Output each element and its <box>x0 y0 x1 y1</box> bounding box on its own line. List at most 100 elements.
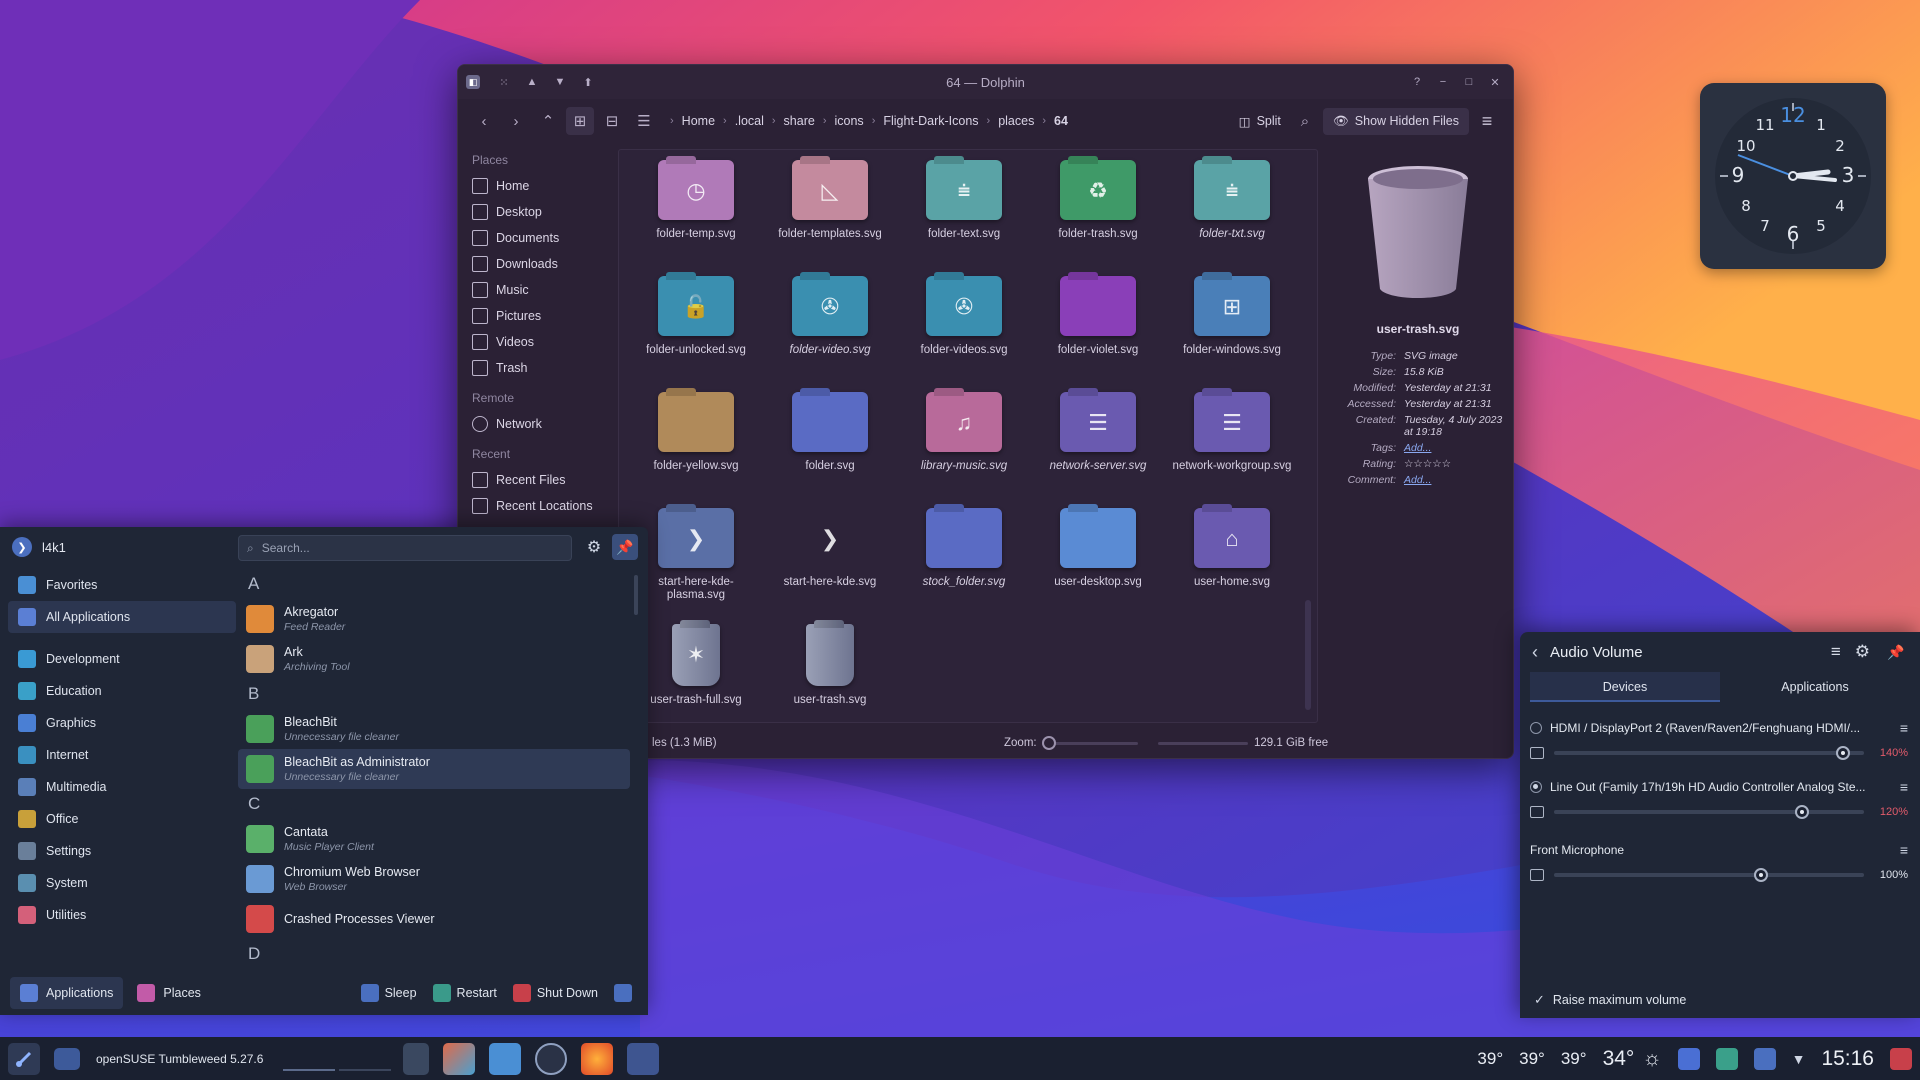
tab-places[interactable]: Places <box>127 977 211 1009</box>
category-settings[interactable]: Settings <box>8 835 236 867</box>
mute-toggle-icon[interactable] <box>1530 747 1544 759</box>
hamburger-menu-icon[interactable]: ≡ <box>1473 107 1501 135</box>
file-item[interactable]: ⩧ folder-txt.svg <box>1165 156 1299 266</box>
file-item[interactable]: ◷ folder-temp.svg <box>629 156 763 266</box>
file-item[interactable]: ◺ folder-templates.svg <box>763 156 897 266</box>
rating-stars[interactable]: ☆☆☆☆☆ <box>1404 458 1508 470</box>
dolphin-app-icon[interactable]: ◧ <box>466 75 480 89</box>
back-icon[interactable]: ‹ <box>1532 642 1538 663</box>
audio-volume-applet[interactable]: ‹ Audio Volume ≡ ⚙ 📌 Devices Application… <box>1520 632 1920 1018</box>
search-icon[interactable]: ⌕ <box>1291 107 1319 135</box>
category-internet[interactable]: Internet <box>8 739 236 771</box>
window-thumbnail[interactable] <box>403 1042 430 1075</box>
places-item-downloads[interactable]: Downloads <box>464 251 602 277</box>
file-item[interactable]: user-trash.svg <box>763 620 897 722</box>
volume-slider[interactable] <box>1554 746 1864 760</box>
dolphin-taskbar-icon[interactable] <box>627 1042 660 1075</box>
breadcrumb-item[interactable]: Flight-Dark-Icons <box>883 114 978 128</box>
icons-view-icon[interactable]: ⊞ <box>566 107 594 135</box>
desktop-2[interactable] <box>339 1047 392 1071</box>
device-menu-icon[interactable]: ≡ <box>1900 842 1908 858</box>
file-item[interactable]: ☰ network-workgroup.svg <box>1165 388 1299 498</box>
breadcrumb-item[interactable]: 64 <box>1054 114 1068 128</box>
raise-maximum-volume-checkbox[interactable]: ✓ Raise maximum volume <box>1534 992 1686 1008</box>
file-item[interactable]: ⊞ folder-windows.svg <box>1165 272 1299 382</box>
category-graphics[interactable]: Graphics <box>8 707 236 739</box>
weather-widget[interactable]: 34° ☼ <box>1603 1047 1662 1071</box>
default-device-radio[interactable] <box>1530 781 1542 793</box>
places-item-pictures[interactable]: Pictures <box>464 303 602 329</box>
desktop-1[interactable] <box>283 1047 336 1071</box>
file-item[interactable]: folder-violet.svg <box>1031 272 1165 382</box>
maximize-icon[interactable]: □ <box>1459 72 1479 92</box>
places-item-home[interactable]: Home <box>464 173 602 199</box>
comment-add-link[interactable]: Add... <box>1404 474 1508 486</box>
zoom-slider-handle[interactable] <box>1042 736 1056 750</box>
forward-icon[interactable]: › <box>502 107 530 135</box>
mute-toggle-icon[interactable] <box>1530 806 1544 818</box>
shutdown-button[interactable]: Shut Down <box>507 977 604 1009</box>
file-item[interactable]: ❯ start-here-kde-plasma.svg <box>629 504 763 614</box>
app-item-cantata[interactable]: Cantata Music Player Client <box>238 819 630 859</box>
mute-toggle-icon[interactable] <box>1530 869 1544 881</box>
file-item[interactable]: ⩧ folder-text.svg <box>897 156 1031 266</box>
minimize-icon[interactable]: − <box>1433 72 1453 92</box>
analog-clock-widget[interactable]: 12 1 2 3 4 5 6 7 8 9 10 11 <box>1700 83 1886 269</box>
photo-app-icon[interactable] <box>443 1042 476 1075</box>
compact-view-icon[interactable]: ⊟ <box>598 107 626 135</box>
file-item[interactable]: ♻ folder-trash.svg <box>1031 156 1165 266</box>
app-item-bleachbit-as-administrator[interactable]: BleachBit as Administrator Unnecessary fi… <box>238 749 630 789</box>
keep-above-icon[interactable]: ▲ <box>522 72 542 92</box>
zoom-slider[interactable] <box>1042 736 1138 750</box>
keep-below-icon[interactable]: ▼ <box>550 72 570 92</box>
file-item[interactable]: stock_folder.svg <box>897 504 1031 614</box>
task-opensuse[interactable]: openSUSE Tumbleweed 5.27.6 <box>54 1047 263 1070</box>
app-item-crashed-processes-viewer[interactable]: Crashed Processes Viewer <box>238 899 630 939</box>
category-utilities[interactable]: Utilities <box>8 899 236 931</box>
breadcrumb-item[interactable]: icons <box>835 114 864 128</box>
firefox-icon[interactable] <box>581 1042 614 1075</box>
file-item[interactable]: ✇ folder-videos.svg <box>897 272 1031 382</box>
launcher-search-input[interactable] <box>261 541 542 555</box>
details-view-icon[interactable]: ☰ <box>630 107 658 135</box>
file-item[interactable]: ☰ network-server.svg <box>1031 388 1165 498</box>
app-item-chromium-web-browser[interactable]: Chromium Web Browser Web Browser <box>238 859 630 899</box>
category-office[interactable]: Office <box>8 803 236 835</box>
file-view-scrollbar[interactable] <box>1305 600 1311 710</box>
tab-applications[interactable]: Applications <box>10 977 124 1009</box>
volume-slider[interactable] <box>1554 805 1864 819</box>
category-development[interactable]: Development <box>8 643 236 675</box>
pin-window-icon[interactable]: ⁙ <box>494 72 514 92</box>
steering-wheel-icon[interactable] <box>535 1042 568 1075</box>
clipboard-icon[interactable] <box>1715 1047 1738 1070</box>
file-view[interactable]: ◷ folder-temp.svg ◺ folder-templates.svg ⩧ fo… <box>618 149 1318 723</box>
places-item-music[interactable]: Music <box>464 277 602 303</box>
places-item-desktop[interactable]: Desktop <box>464 199 602 225</box>
tab-applications[interactable]: Applications <box>1720 672 1910 702</box>
sleep-button[interactable]: Sleep <box>355 977 423 1009</box>
tab-devices[interactable]: Devices <box>1530 672 1720 702</box>
file-item[interactable]: 🔓 folder-unlocked.svg <box>629 272 763 382</box>
category-favorites[interactable]: Favorites <box>8 569 236 601</box>
digital-clock[interactable]: 15:16 <box>1821 1047 1874 1071</box>
split-button[interactable]: ◫ Split <box>1233 114 1287 129</box>
places-item-recent-locations[interactable]: Recent Locations <box>464 493 602 519</box>
gear-icon[interactable]: ⚙ <box>1855 642 1870 662</box>
close-icon[interactable]: ✕ <box>1485 72 1505 92</box>
launcher-button[interactable] <box>8 1042 40 1075</box>
file-item[interactable]: user-desktop.svg <box>1031 504 1165 614</box>
shop-icon[interactable] <box>489 1042 522 1075</box>
category-all-applications[interactable]: All Applications <box>8 601 236 633</box>
file-item[interactable]: ❯ start-here-kde.svg <box>763 504 897 614</box>
window-titlebar[interactable]: ◧ ⁙ ▲ ▼ ⬆ 64 — Dolphin ? − □ ✕ <box>458 65 1513 99</box>
app-item-akregator[interactable]: Akregator Feed Reader <box>238 599 630 639</box>
file-item[interactable]: ✇ folder-video.svg <box>763 272 897 382</box>
music-icon[interactable] <box>1677 1047 1700 1070</box>
tags-add-link[interactable]: Add... <box>1404 442 1508 454</box>
places-item-network[interactable]: Network <box>464 411 602 437</box>
expand-tray-icon[interactable]: ▼ <box>1792 1051 1806 1067</box>
launcher-search[interactable]: ⌕ <box>238 535 572 561</box>
places-item-documents[interactable]: Documents <box>464 225 602 251</box>
application-launcher[interactable]: ❯ l4k1 ⌕ ⚙ 📌 Favorites All Applications De… <box>0 527 648 1015</box>
breadcrumb-item[interactable]: places <box>998 114 1034 128</box>
